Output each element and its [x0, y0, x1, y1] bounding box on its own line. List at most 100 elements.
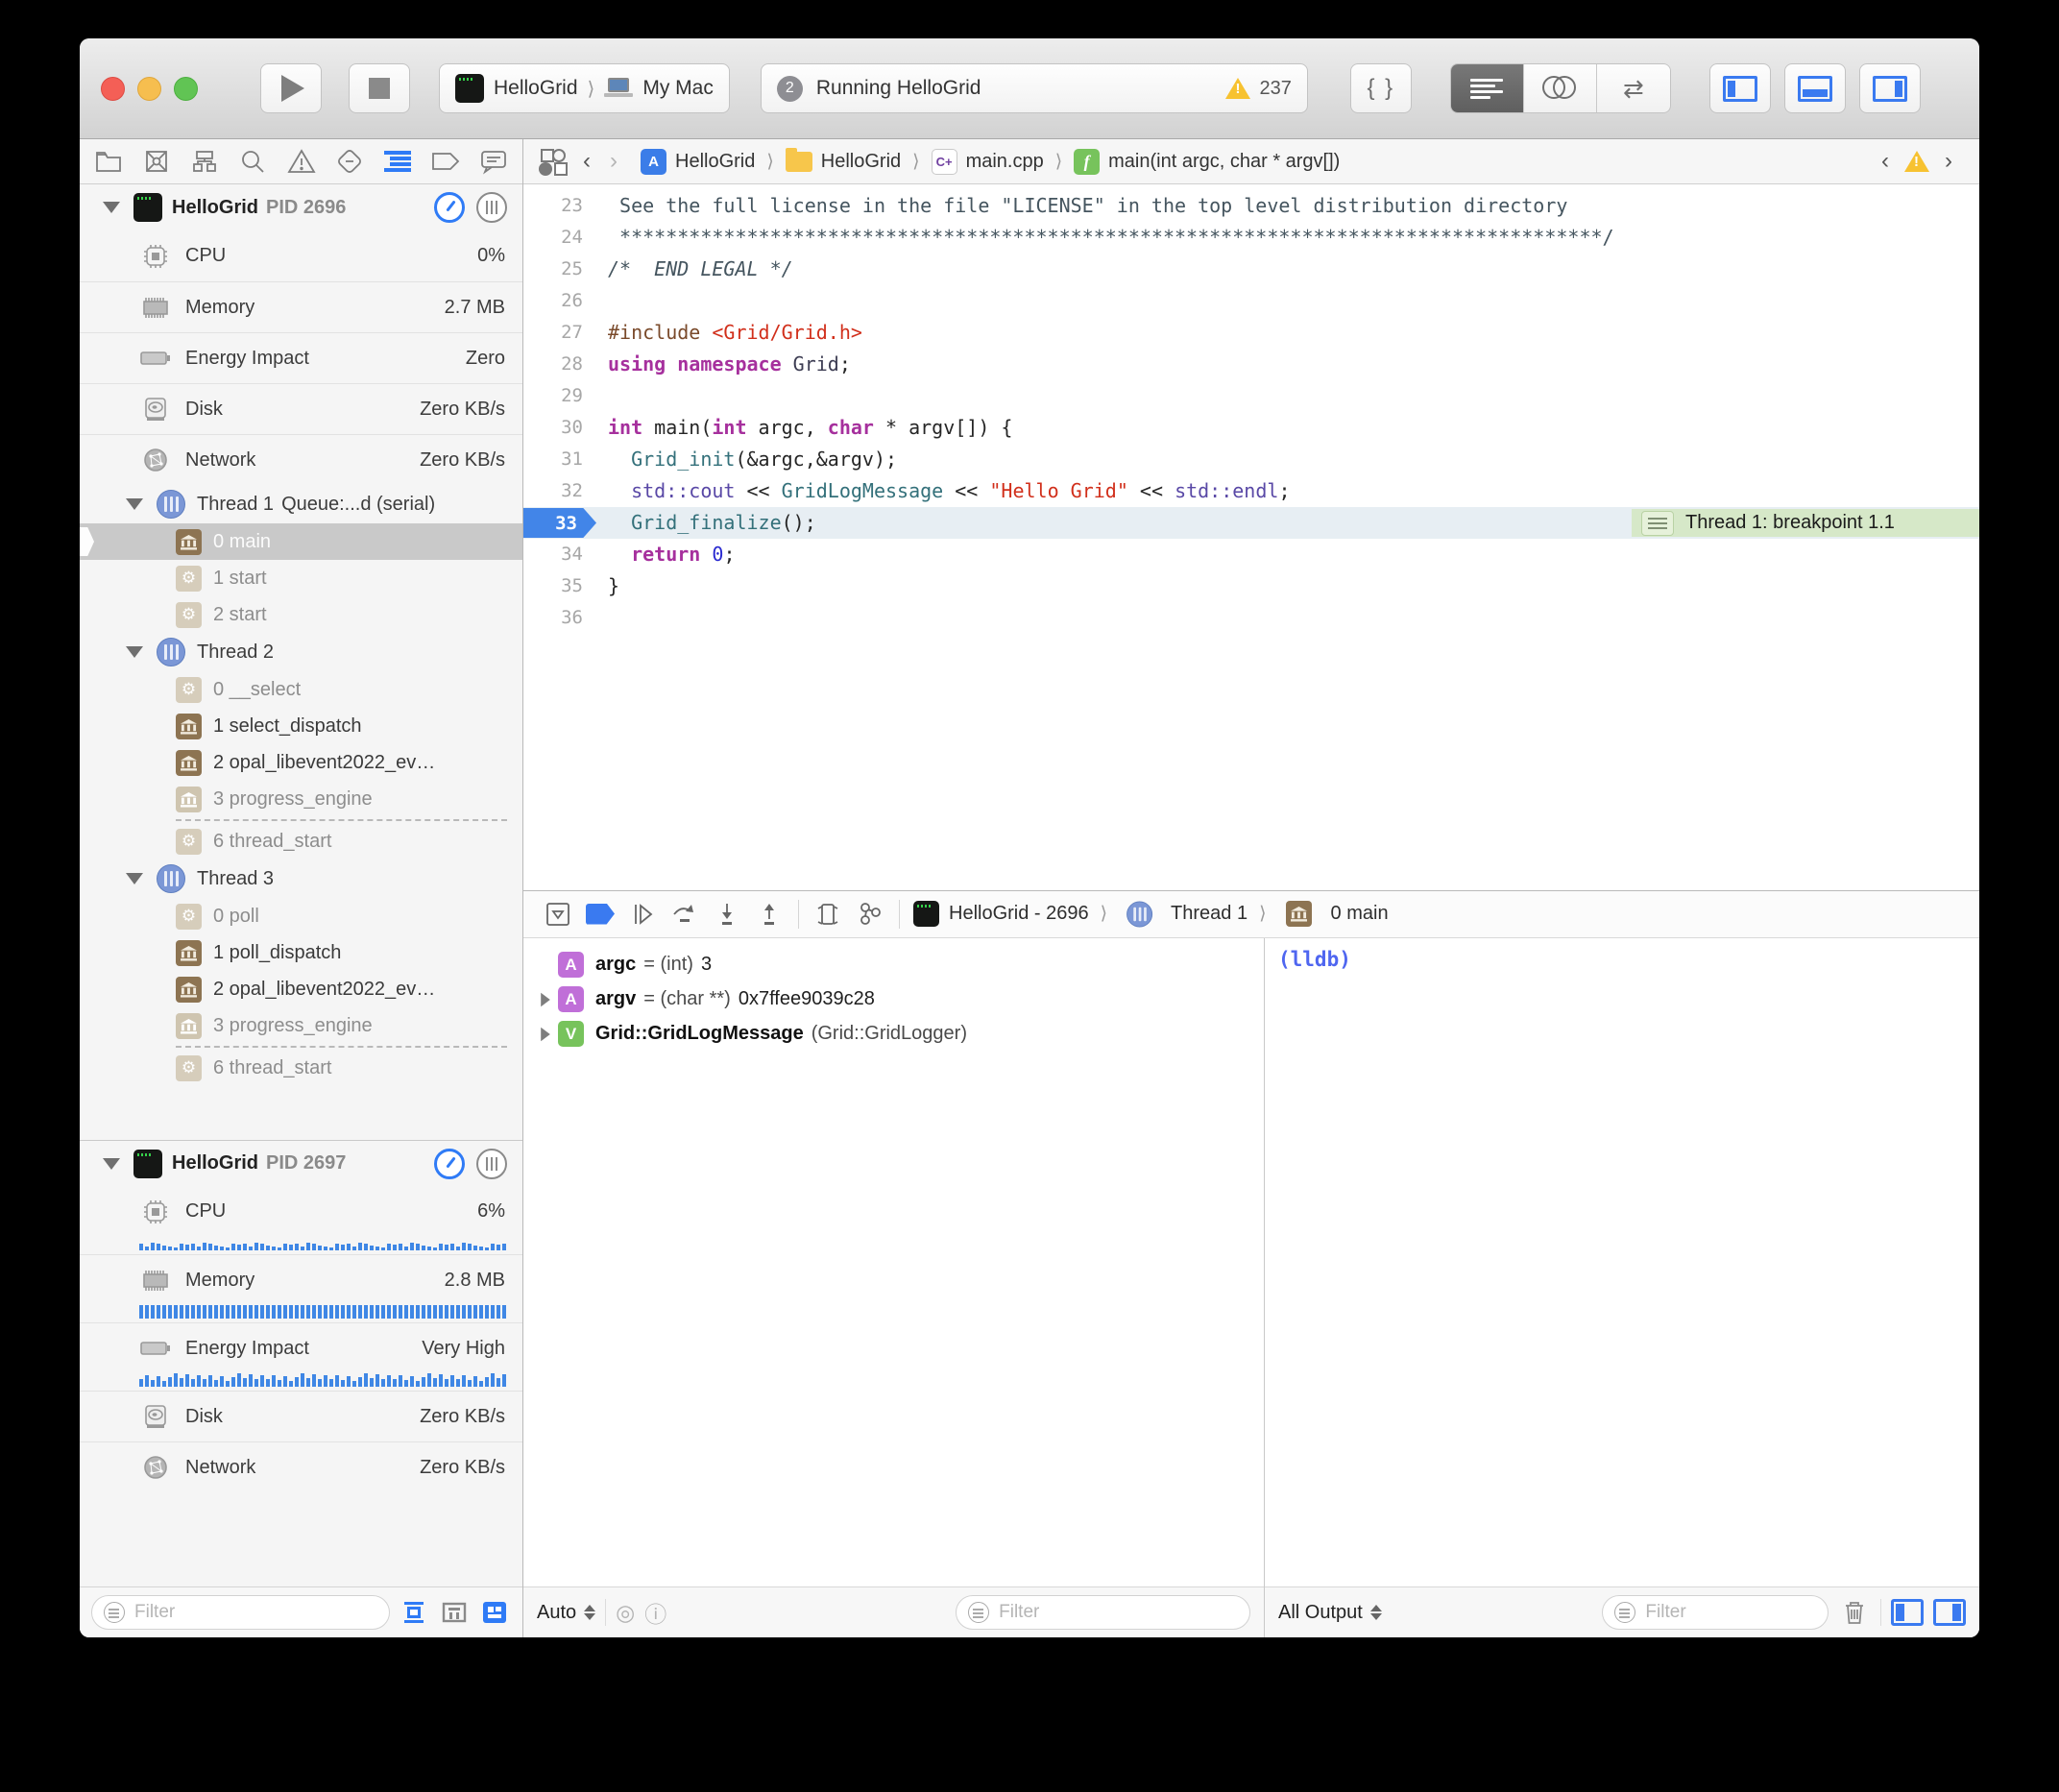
- stack-frame-row[interactable]: ⚙2 start: [80, 596, 522, 633]
- related-items-icon[interactable]: [541, 149, 566, 174]
- variable-row[interactable]: A argv = (char **) 0x7ffee9039c28: [523, 982, 1264, 1017]
- code-line[interactable]: 29: [523, 380, 1979, 412]
- filter-stack-toggle[interactable]: [438, 1598, 471, 1627]
- jumpbar-folder[interactable]: HelloGrid: [821, 151, 901, 173]
- filter-flagged-toggle[interactable]: [398, 1598, 430, 1627]
- stat-row-energy-impact[interactable]: Energy Impact Zero: [80, 332, 522, 383]
- code-line[interactable]: 26: [523, 285, 1979, 317]
- disclosure-triangle-icon[interactable]: [126, 873, 143, 884]
- navigator-tab-project[interactable]: [89, 145, 128, 178]
- debug-breadcrumb-item[interactable]: 0 main: [1278, 901, 1389, 927]
- stack-frame-row[interactable]: ⚙1 start: [80, 560, 522, 596]
- line-number[interactable]: 24: [523, 222, 598, 254]
- code-snippets-button[interactable]: { }: [1350, 63, 1412, 113]
- clear-console-button[interactable]: [1838, 1598, 1871, 1627]
- stat-row-cpu[interactable]: CPU 6%: [80, 1186, 522, 1237]
- variable-row[interactable]: A argc = (int) 3: [523, 948, 1264, 982]
- line-number[interactable]: 28: [523, 349, 598, 380]
- line-number[interactable]: 29: [523, 380, 598, 412]
- navigator-tab-breakpoints[interactable]: [426, 145, 465, 178]
- stack-frame-row[interactable]: ⚙6 thread_start: [80, 823, 522, 860]
- toggle-variables-view-button[interactable]: [1891, 1599, 1924, 1626]
- code-line[interactable]: 31 Grid_init(&argc,&argv);: [523, 444, 1979, 475]
- variables-filter-input[interactable]: [997, 1601, 1238, 1624]
- line-number[interactable]: 23: [523, 190, 598, 222]
- stack-frame-row[interactable]: 1 select_dispatch: [80, 708, 522, 744]
- line-number[interactable]: 35: [523, 570, 598, 602]
- line-number[interactable]: 36: [523, 602, 598, 634]
- step-out-button[interactable]: [748, 898, 790, 931]
- line-number[interactable]: 25: [523, 254, 598, 285]
- jumpbar-project[interactable]: HelloGrid: [675, 151, 755, 173]
- navigator-tab-source-control[interactable]: [137, 145, 176, 178]
- variables-filter-field[interactable]: [956, 1595, 1250, 1630]
- run-button[interactable]: [260, 63, 322, 113]
- navigator-tab-issues[interactable]: [282, 145, 321, 178]
- forward-button[interactable]: ›: [610, 148, 618, 175]
- jumpbar-symbol[interactable]: main(int argc, char * argv[]): [1108, 151, 1340, 173]
- stat-row-memory[interactable]: Memory 2.7 MB: [80, 281, 522, 332]
- toggle-console-view-button[interactable]: [1933, 1599, 1966, 1626]
- step-into-button[interactable]: [706, 898, 748, 931]
- code-line[interactable]: 23 See the full license in the file "LIC…: [523, 190, 1979, 222]
- filter-view-toggle[interactable]: [478, 1598, 511, 1627]
- console-output[interactable]: (lldb): [1265, 938, 1979, 1587]
- breakpoint-arrow[interactable]: 33: [523, 508, 596, 538]
- variable-row[interactable]: V Grid::GridLogMessage (Grid::GridLogger…: [523, 1017, 1264, 1052]
- console-output-selector[interactable]: All Output: [1278, 1602, 1382, 1624]
- annotation-menu-icon[interactable]: [1641, 511, 1674, 536]
- code-line[interactable]: 27#include <Grid/Grid.h>: [523, 317, 1979, 349]
- code-line[interactable]: 33 Grid_finalize(); Thread 1: breakpoint…: [523, 507, 1979, 539]
- line-number[interactable]: 30: [523, 412, 598, 444]
- code-line[interactable]: 36: [523, 602, 1979, 634]
- assistant-editor-button[interactable]: [1524, 64, 1597, 112]
- navigator-tab-reports[interactable]: [474, 145, 513, 178]
- navigator-tab-symbols[interactable]: [185, 145, 224, 178]
- stack-frame-row[interactable]: 2 opal_libevent2022_ev…: [80, 744, 522, 781]
- stat-row-cpu[interactable]: CPU 0%: [80, 230, 522, 281]
- navigator-tab-tests[interactable]: [330, 145, 369, 178]
- process-header[interactable]: HelloGrid PID 2696: [80, 184, 522, 230]
- line-number[interactable]: 34: [523, 539, 598, 570]
- step-over-button[interactable]: [664, 898, 706, 931]
- navigator-tab-find[interactable]: [233, 145, 272, 178]
- stat-row-energy-impact[interactable]: Energy Impact Very High: [80, 1322, 522, 1373]
- code-line[interactable]: 28using namespace Grid;: [523, 349, 1979, 380]
- disclosure-triangle-icon[interactable]: [541, 992, 550, 1005]
- back-button[interactable]: ‹: [583, 148, 591, 175]
- line-number[interactable]: 26: [523, 285, 598, 317]
- stack-frame-row[interactable]: 0 main: [80, 523, 522, 560]
- line-number[interactable]: 27: [523, 317, 598, 349]
- console-filter-input[interactable]: [1643, 1601, 1816, 1624]
- disclosure-triangle-icon[interactable]: [103, 1158, 120, 1170]
- next-issue-button[interactable]: ›: [1945, 148, 1952, 175]
- toggle-debug-area-button[interactable]: [1784, 63, 1846, 113]
- minimize-window-button[interactable]: [137, 77, 161, 101]
- source-editor[interactable]: 23 See the full license in the file "LIC…: [523, 184, 1979, 890]
- breakpoints-toggle-button[interactable]: [579, 898, 621, 931]
- stop-button[interactable]: [349, 63, 410, 113]
- stat-row-memory[interactable]: Memory 2.8 MB: [80, 1254, 522, 1305]
- code-line[interactable]: 32 std::cout << GridLogMessage << "Hello…: [523, 475, 1979, 507]
- scheme-selector[interactable]: HelloGrid ⟩ My Mac: [439, 63, 730, 113]
- standard-editor-button[interactable]: [1451, 64, 1524, 112]
- disclosure-triangle-icon[interactable]: [103, 202, 120, 213]
- thread-row[interactable]: Thread 2: [80, 633, 522, 671]
- stack-frame-row[interactable]: 3 progress_engine: [80, 781, 522, 817]
- stat-row-disk[interactable]: Disk Zero KB/s: [80, 383, 522, 434]
- toggle-navigator-button[interactable]: [1709, 63, 1771, 113]
- thread-view-icon[interactable]: [476, 192, 507, 223]
- variables-scope-selector[interactable]: Auto: [537, 1602, 595, 1624]
- version-editor-button[interactable]: ⇄: [1597, 64, 1670, 112]
- code-line[interactable]: 34 return 0;: [523, 539, 1979, 570]
- line-number[interactable]: 32: [523, 475, 598, 507]
- quicklook-eye-icon[interactable]: ◎: [616, 1600, 635, 1626]
- disclosure-triangle-icon[interactable]: [541, 1027, 550, 1040]
- view-debugger-button[interactable]: [807, 898, 849, 931]
- performance-gauge-icon[interactable]: [434, 1149, 465, 1179]
- disclosure-triangle-icon[interactable]: [126, 498, 143, 510]
- stack-frame-row[interactable]: ⚙0 poll: [80, 898, 522, 934]
- navigator-filter-field[interactable]: [91, 1595, 390, 1630]
- close-window-button[interactable]: [101, 77, 125, 101]
- jumpbar-file[interactable]: main.cpp: [966, 151, 1044, 173]
